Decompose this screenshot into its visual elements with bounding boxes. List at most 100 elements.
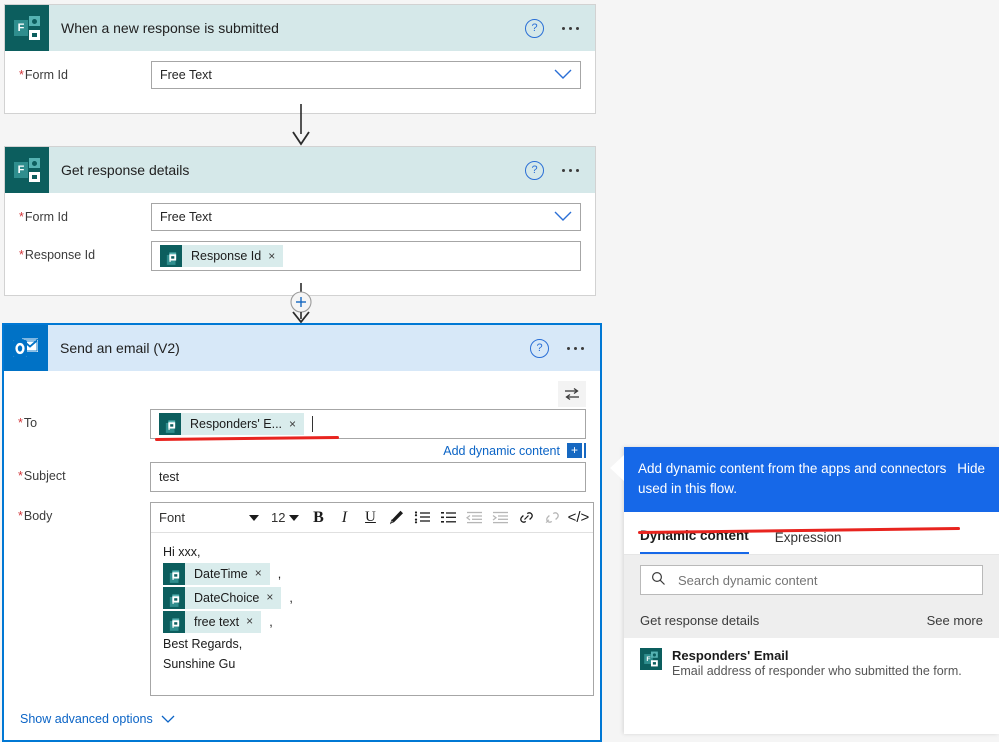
- help-icon[interactable]: ?: [530, 338, 549, 358]
- help-icon[interactable]: ?: [525, 160, 544, 180]
- pen-icon[interactable]: [383, 505, 409, 531]
- italic-button[interactable]: I: [331, 505, 357, 531]
- body-separator: ,: [269, 615, 273, 630]
- dynamic-token-datechoice[interactable]: F DateChoice ×: [163, 587, 282, 610]
- field-label-response-id: *Response Id: [19, 248, 96, 262]
- subject-input[interactable]: test: [150, 462, 586, 492]
- bold-button[interactable]: B: [305, 505, 331, 531]
- tab-expression[interactable]: Expression: [775, 530, 842, 554]
- indent-icon[interactable]: [487, 505, 513, 531]
- add-dynamic-content-plus-button[interactable]: +: [567, 443, 582, 458]
- body-text: Hi xxx,: [163, 545, 201, 559]
- body-text: Sunshine Gu: [163, 657, 236, 672]
- dynamic-token-response-id[interactable]: F Response Id ×: [160, 245, 284, 267]
- flow-canvas: F When a new response is submitted ? *Fo…: [0, 0, 604, 742]
- flow-card-send-an-email[interactable]: Send an email (V2) ? *To Responders' E..…: [2, 323, 602, 742]
- underline-button[interactable]: U: [357, 505, 383, 531]
- token-remove-icon[interactable]: ×: [246, 613, 261, 630]
- dynamic-content-banner: Add dynamic content from the apps and co…: [624, 447, 999, 513]
- insert-step-button[interactable]: [291, 292, 312, 313]
- outlook-icon: [4, 325, 48, 371]
- card-header-send-an-email[interactable]: Send an email (V2) ?: [4, 325, 600, 371]
- form-id-dropdown[interactable]: Free Text: [151, 203, 581, 231]
- form-id-dropdown[interactable]: Free Text: [151, 61, 581, 89]
- chevron-down-icon[interactable]: [554, 210, 572, 225]
- dynamic-content-panel: Add dynamic content from the apps and co…: [610, 447, 999, 734]
- more-options-icon[interactable]: [562, 26, 579, 30]
- link-icon[interactable]: [513, 505, 539, 531]
- bullet-list-icon[interactable]: [435, 505, 461, 531]
- font-size-value: 12: [271, 510, 286, 525]
- unlink-icon[interactable]: [539, 505, 565, 531]
- microsoft-forms-icon: F: [163, 611, 185, 634]
- token-remove-icon[interactable]: ×: [255, 565, 270, 582]
- microsoft-forms-icon: F: [160, 245, 182, 267]
- font-family-value: Font: [159, 510, 186, 525]
- dynamic-content-item-responders-email[interactable]: F Responders' Email Email address of res…: [624, 638, 999, 682]
- token-remove-icon[interactable]: ×: [266, 589, 281, 606]
- hide-panel-button[interactable]: Hide: [957, 459, 985, 479]
- token-label: Response Id: [191, 249, 262, 263]
- token-label: DateTime: [194, 567, 248, 582]
- field-label-subject: *Subject: [18, 469, 66, 483]
- group-name: Get response details: [640, 613, 760, 629]
- to-input[interactable]: F Responders' E... ×: [150, 409, 586, 439]
- numbered-list-icon[interactable]: [409, 505, 435, 531]
- token-remove-icon[interactable]: ×: [289, 417, 304, 431]
- body-rich-text-editor[interactable]: Font 12 B I U </> Hi xxx, DateTime × , D…: [150, 502, 595, 696]
- card-title-trigger: When a new response is submitted: [61, 20, 279, 36]
- microsoft-forms-icon: F: [159, 413, 181, 435]
- chevron-down-icon: [249, 514, 259, 521]
- body-line-token-datechoice: F DateChoice × ,: [163, 587, 581, 610]
- dynamic-token-free-text[interactable]: F free text ×: [163, 611, 262, 634]
- see-more-link[interactable]: See more: [927, 613, 983, 628]
- body-separator: ,: [289, 591, 293, 606]
- flow-card-get-response-details[interactable]: F Get response details ? *Form Id Free T…: [4, 146, 596, 296]
- form-id-value: Free Text: [160, 68, 212, 82]
- token-remove-icon[interactable]: ×: [268, 249, 283, 263]
- response-id-input[interactable]: F Response Id ×: [151, 241, 581, 271]
- tab-dynamic-content[interactable]: Dynamic content: [640, 528, 749, 555]
- add-dynamic-content-bar: [584, 443, 586, 458]
- card-body-get-response-details: *Form Id Free Text *Response Id Response…: [5, 193, 595, 295]
- switch-input-mode-icon[interactable]: [558, 381, 586, 407]
- flow-card-trigger[interactable]: F When a new response is submitted ? *Fo…: [4, 4, 596, 114]
- search-input[interactable]: [676, 571, 972, 589]
- microsoft-forms-icon: F: [640, 648, 662, 671]
- chevron-down-icon[interactable]: [554, 68, 572, 83]
- field-subject: *Subject test: [18, 462, 586, 492]
- required-star: *: [18, 509, 23, 523]
- search-box[interactable]: [640, 565, 983, 596]
- more-options-icon[interactable]: [562, 168, 579, 172]
- flow-connector-1: [0, 104, 604, 146]
- dynamic-token-datetime[interactable]: F DateTime ×: [163, 563, 270, 586]
- body-content[interactable]: Hi xxx, F DateTime × ,: [151, 533, 593, 695]
- body-line-greeting: Hi xxx,: [163, 543, 581, 561]
- chevron-down-icon: [289, 514, 300, 521]
- add-dynamic-content-link[interactable]: Add dynamic content: [443, 444, 560, 458]
- body-line-signoff: Best Regards,: [163, 635, 581, 653]
- card-header-get-response-details[interactable]: F Get response details ?: [5, 147, 595, 193]
- code-view-icon[interactable]: </>: [565, 505, 591, 531]
- more-options-icon[interactable]: [567, 346, 584, 350]
- required-star: *: [18, 416, 23, 430]
- font-size-dropdown[interactable]: 12: [265, 505, 305, 531]
- field-label-to: *To: [18, 416, 38, 430]
- card-header-trigger[interactable]: F When a new response is submitted ?: [5, 5, 595, 51]
- required-star: *: [19, 210, 24, 224]
- token-label: DateChoice: [194, 591, 260, 606]
- field-form-id: *Form Id Free Text: [19, 203, 581, 231]
- font-family-dropdown[interactable]: Font: [153, 505, 265, 531]
- required-star: *: [19, 68, 24, 82]
- dynamic-token-responders-email[interactable]: F Responders' E... ×: [159, 413, 305, 435]
- item-title: Responders' Email: [672, 648, 789, 664]
- body-line-token-free-text: F free text × ,: [163, 611, 581, 634]
- show-advanced-options-button[interactable]: Show advanced options: [18, 706, 586, 726]
- chevron-down-icon: [161, 715, 175, 723]
- help-icon[interactable]: ?: [525, 18, 544, 38]
- dynamic-content-tabs: Dynamic content Expression: [624, 512, 999, 556]
- outdent-icon[interactable]: [461, 505, 487, 531]
- panel-pointer-icon: [610, 455, 624, 481]
- dynamic-content-search-wrap: [624, 555, 999, 608]
- subject-value: test: [159, 470, 180, 484]
